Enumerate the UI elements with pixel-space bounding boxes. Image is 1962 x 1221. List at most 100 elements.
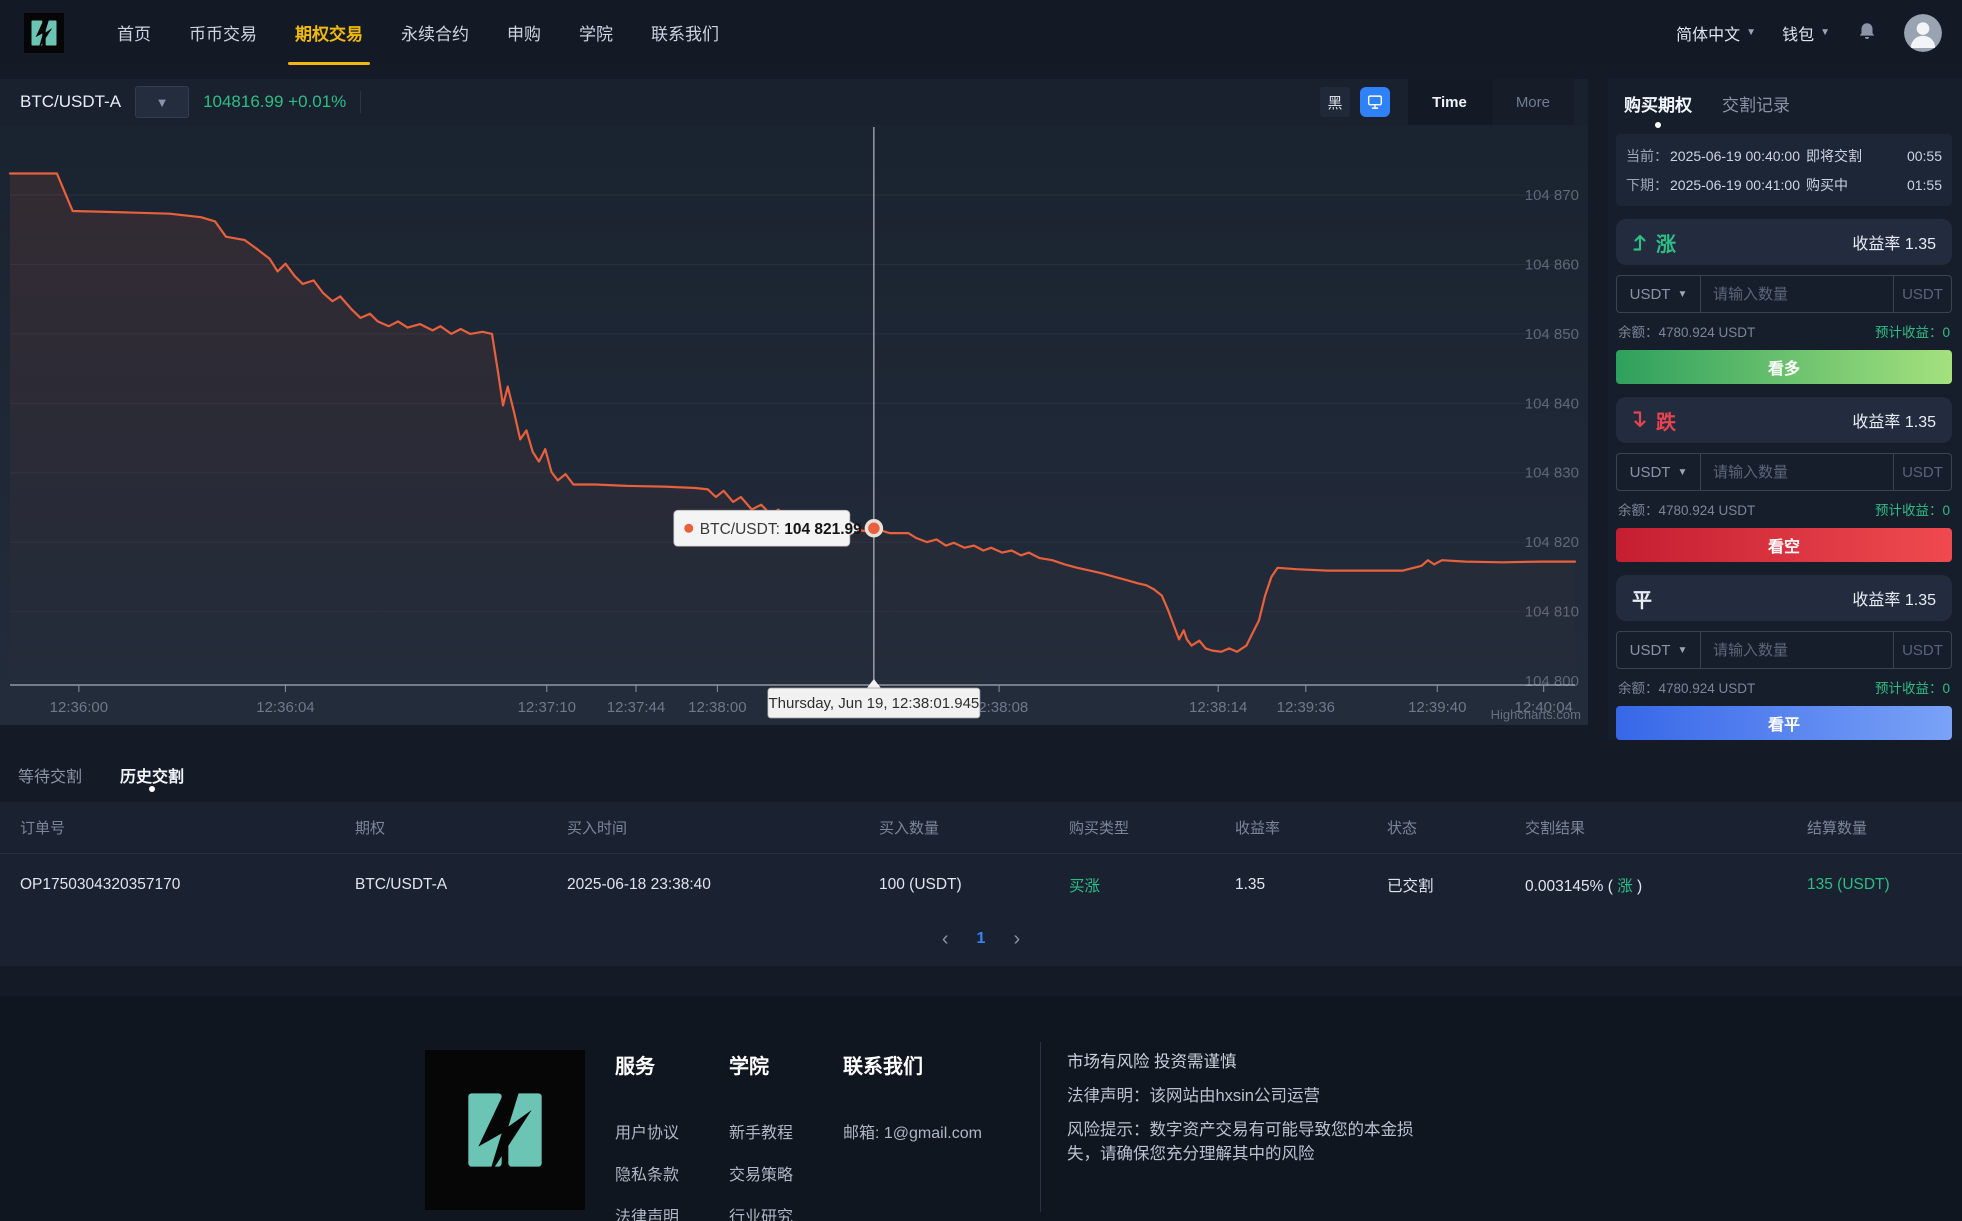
svg-text:12:37:44: 12:37:44 [607,699,665,716]
price-change: +0.01% [288,92,346,111]
trade-button[interactable]: 看平 [1616,706,1952,740]
balance-row: 余额：4780.924 USDT 预计收益：0 [1616,677,1952,697]
table-cell: 1.35 [1235,876,1387,894]
interval-time-button[interactable]: Time [1408,79,1491,125]
period-time: 2025-06-19 00:40:00 [1670,148,1806,164]
footer-link[interactable]: 用户协议 [615,1119,701,1143]
panel-tab-0[interactable]: 购买期权 [1624,91,1692,128]
chevron-down-icon: ▼ [1746,27,1756,38]
period-countdown: 00:55 [1896,148,1942,164]
svg-text:104 850: 104 850 [1525,326,1579,343]
nav-item-2[interactable]: 期权交易 [276,0,382,65]
monitor-icon [1366,93,1384,111]
footer-divider [1040,1042,1041,1212]
orders-table: 订单号期权买入时间买入数量购买类型收益率状态交割结果结算数量 OP1750304… [0,802,1962,966]
footer-column: 服务用户协议隐私条款法律声明 [615,1050,701,1221]
amount-input[interactable] [1701,276,1893,312]
svg-text:12:38:00: 12:38:00 [688,699,746,716]
nav-item-5[interactable]: 学院 [560,0,632,65]
pagination: ‹ 1 › [0,916,1962,962]
nav-item-3[interactable]: 永续合约 [382,0,488,65]
footer-column-title: 学院 [729,1050,815,1079]
orders-tab-1[interactable]: 历史交割 [120,756,184,794]
interval-more-button[interactable]: More [1491,79,1574,125]
amount-input[interactable] [1701,454,1893,490]
amount-input-group: USDT▼ USDT [1616,275,1952,313]
table-cell: OP1750304320357170 [20,876,355,894]
next-page-button[interactable]: › [1013,929,1020,949]
expected-profit-label: 预计收益：0 [1875,499,1950,519]
footer-link[interactable]: 邮箱: 1@gmail.com [843,1119,982,1143]
disclaimer-line: 市场有风险 投资需谨慎 [1067,1050,1423,1075]
yield-rate-label: 收益率 1.35 [1852,586,1936,610]
fullscreen-button[interactable] [1360,87,1390,117]
nav-item-4[interactable]: 申购 [488,0,560,65]
divider [360,91,361,113]
trade-button[interactable]: 看空 [1616,528,1952,562]
footer-column: 联系我们邮箱: 1@gmail.com [843,1050,982,1221]
direction-arrow-icon [1632,410,1648,430]
pair-selector[interactable]: ▼ [135,86,189,118]
footer-link[interactable]: 隐私条款 [615,1161,701,1185]
balance-row: 余额：4780.924 USDT 预计收益：0 [1616,499,1952,519]
svg-text:12:37:10: 12:37:10 [518,699,576,716]
nav-item-6[interactable]: 联系我们 [632,0,738,65]
table-row: OP1750304320357170BTC/USDT-A2025-06-18 2… [0,854,1962,916]
amount-input-group: USDT▼ USDT [1616,631,1952,669]
nav-item-1[interactable]: 币币交易 [170,0,276,65]
trade-section: 涨 收益率 1.35 USDT▼ USDT 余额：4780.924 USDT 预… [1616,219,1952,384]
footer-link-columns: 服务用户协议隐私条款法律声明学院新手教程交易策略行业研究联系我们邮箱: 1@gm… [615,1050,982,1221]
trade-button[interactable]: 看多 [1616,350,1952,384]
column-header: 收益率 [1235,817,1387,838]
column-header: 结算数量 [1807,817,1962,838]
expected-profit-label: 预计收益：0 [1875,677,1950,697]
pair-label: BTC/USDT-A [20,92,121,112]
orders-tab-0[interactable]: 等待交割 [18,756,82,794]
series-area [10,174,1575,686]
footer-link[interactable]: 新手教程 [729,1119,815,1143]
page-number[interactable]: 1 [977,930,986,948]
amount-input[interactable] [1701,632,1893,668]
currency-select[interactable]: USDT▼ [1617,276,1701,312]
currency-select[interactable]: USDT▼ [1617,632,1701,668]
chart-section: BTC/USDT-A ▼ 104816.99 +0.01% 黑 Time Mor… [0,79,1588,740]
balance-label: 余额：4780.924 USDT [1618,499,1755,519]
notification-bell-icon[interactable] [1856,21,1878,45]
balance-label: 余额：4780.924 USDT [1618,677,1755,697]
prev-page-button[interactable]: ‹ [942,929,949,949]
trade-direction-label: 涨 [1632,228,1676,257]
column-header: 订单号 [20,817,355,838]
theme-dark-button[interactable]: 黑 [1320,87,1350,117]
footer-link[interactable]: 法律声明 [615,1203,701,1221]
panel-tab-1[interactable]: 交割记录 [1722,91,1790,128]
price-tooltip: BTC/USDT: 104 821.99 [674,510,862,546]
footer-link[interactable]: 行业研究 [729,1203,815,1221]
nav-item-0[interactable]: 首页 [98,0,170,65]
currency-suffix: USDT [1893,454,1951,490]
svg-text:104 820: 104 820 [1525,534,1579,551]
footer-link[interactable]: 交易策略 [729,1161,815,1185]
period-status: 购买中 [1806,175,1896,195]
chart-header: BTC/USDT-A ▼ 104816.99 +0.01% 黑 Time Mor… [0,79,1588,125]
currency-select[interactable]: USDT▼ [1617,454,1701,490]
table-cell-settle: 135 (USDT) [1807,876,1962,894]
brand-logo[interactable] [24,13,64,53]
language-label: 简体中文 [1676,21,1740,45]
table-cell-result: 0.003145% ( 涨 ) [1525,874,1807,896]
price-chart[interactable]: 104 870104 860104 850104 840104 830104 8… [0,125,1588,725]
column-header: 买入数量 [879,817,1069,838]
footer-column: 学院新手教程交易策略行业研究 [729,1050,815,1221]
table-cell: 100 (USDT) [879,876,1069,894]
language-selector[interactable]: 简体中文 ▼ [1676,21,1756,45]
user-avatar[interactable] [1904,14,1942,52]
trade-section-header: 涨 收益率 1.35 [1616,219,1952,265]
wallet-menu[interactable]: 钱包 ▼ [1782,21,1830,45]
period-info-row: 当前： 2025-06-19 00:40:00 即将交割 00:55 [1626,141,1942,170]
option-period-info: 当前： 2025-06-19 00:40:00 即将交割 00:55 下期： 2… [1616,134,1952,206]
svg-text:BTC/USDT: 104 821.99: BTC/USDT: 104 821.99 [700,521,862,538]
svg-text:104 840: 104 840 [1525,395,1579,412]
period-countdown: 01:55 [1896,177,1942,193]
trade-section-header: 平 收益率 1.35 [1616,575,1952,621]
trade-direction-label: 平 [1632,584,1652,613]
column-header: 期权 [355,817,567,838]
